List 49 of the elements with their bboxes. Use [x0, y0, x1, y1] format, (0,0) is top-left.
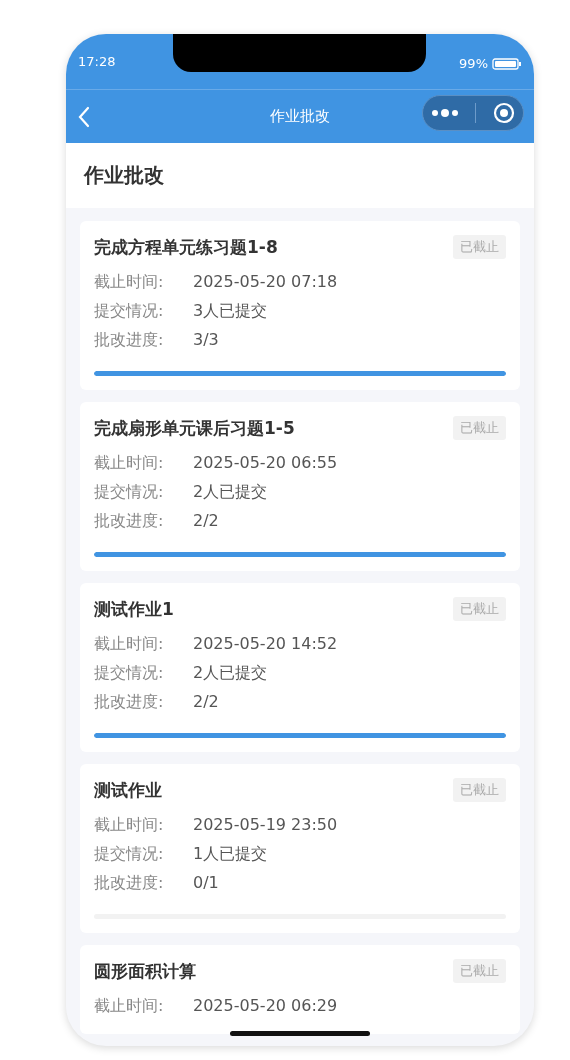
field-value: 2人已提交 — [193, 662, 268, 684]
field-label: 提交情况: — [94, 300, 165, 322]
field-value: 2025-05-20 14:52 — [193, 633, 338, 655]
assignment-card[interactable]: 测试作业1 已截止 截止时间: 2025-05-20 14:52 提交情况: 2人已提交 批改进度: 2/2 — [80, 583, 520, 752]
status-badge: 已截止 — [453, 959, 506, 983]
back-icon[interactable] — [78, 105, 90, 128]
field-value: 2025-05-20 06:55 — [193, 452, 338, 474]
battery-icon — [492, 57, 522, 70]
field-value: 1人已提交 — [193, 843, 268, 865]
assignment-card[interactable]: 圆形面积计算 已截止 截止时间: 2025-05-20 06:29 — [80, 945, 520, 1034]
assignment-title: 测试作业 — [94, 778, 162, 802]
field-label: 批改进度: — [94, 510, 165, 532]
assignment-title: 完成方程单元练习题1-8 — [94, 235, 278, 259]
assignment-card[interactable]: 完成扇形单元课后习题1-5 已截止 截止时间: 2025-05-20 06:55 提交情况: 2人已提交 批改进度: 2/2 — [80, 402, 520, 571]
assignment-title: 圆形面积计算 — [94, 959, 196, 983]
assignment-title: 测试作业1 — [94, 597, 174, 621]
status-badge: 已截止 — [453, 778, 506, 802]
battery-percent: 99% — [459, 56, 488, 71]
field-value: 2025-05-20 07:18 — [193, 271, 338, 293]
field-value: 2/2 — [193, 510, 219, 532]
more-icon[interactable] — [431, 108, 460, 118]
field-label: 截止时间: — [94, 814, 165, 836]
field-value: 3/3 — [193, 329, 219, 351]
field-value: 2025-05-19 23:50 — [193, 814, 338, 836]
field-label: 批改进度: — [94, 691, 165, 713]
field-label: 截止时间: — [94, 633, 165, 655]
field-label: 提交情况: — [94, 662, 165, 684]
field-label: 批改进度: — [94, 872, 165, 894]
field-label: 提交情况: — [94, 481, 165, 503]
field-value: 3人已提交 — [193, 300, 268, 322]
nav-title: 作业批改 — [270, 107, 330, 126]
field-value: 0/1 — [193, 872, 219, 894]
field-value: 2025-05-20 06:29 — [193, 995, 338, 1017]
field-label: 截止时间: — [94, 995, 165, 1017]
field-label: 截止时间: — [94, 452, 165, 474]
field-value: 2人已提交 — [193, 481, 268, 503]
status-badge: 已截止 — [453, 416, 506, 440]
assignment-card[interactable]: 完成方程单元练习题1-8 已截止 截止时间: 2025-05-20 07:18 提交情况: 3人已提交 批改进度: 3/3 — [80, 221, 520, 390]
field-label: 批改进度: — [94, 329, 165, 351]
status-time: 17:28 — [78, 54, 116, 69]
field-label: 提交情况: — [94, 843, 165, 865]
field-label: 截止时间: — [94, 271, 165, 293]
status-badge: 已截止 — [453, 597, 506, 621]
assignment-title: 完成扇形单元课后习题1-5 — [94, 416, 295, 440]
field-value: 2/2 — [193, 691, 219, 713]
assignment-card[interactable]: 测试作业 已截止 截止时间: 2025-05-19 23:50 提交情况: 1人已提交 批改进度: 0/1 — [80, 764, 520, 933]
close-icon[interactable] — [492, 102, 515, 124]
page-heading: 作业批改 — [84, 162, 164, 189]
status-badge: 已截止 — [453, 235, 506, 259]
